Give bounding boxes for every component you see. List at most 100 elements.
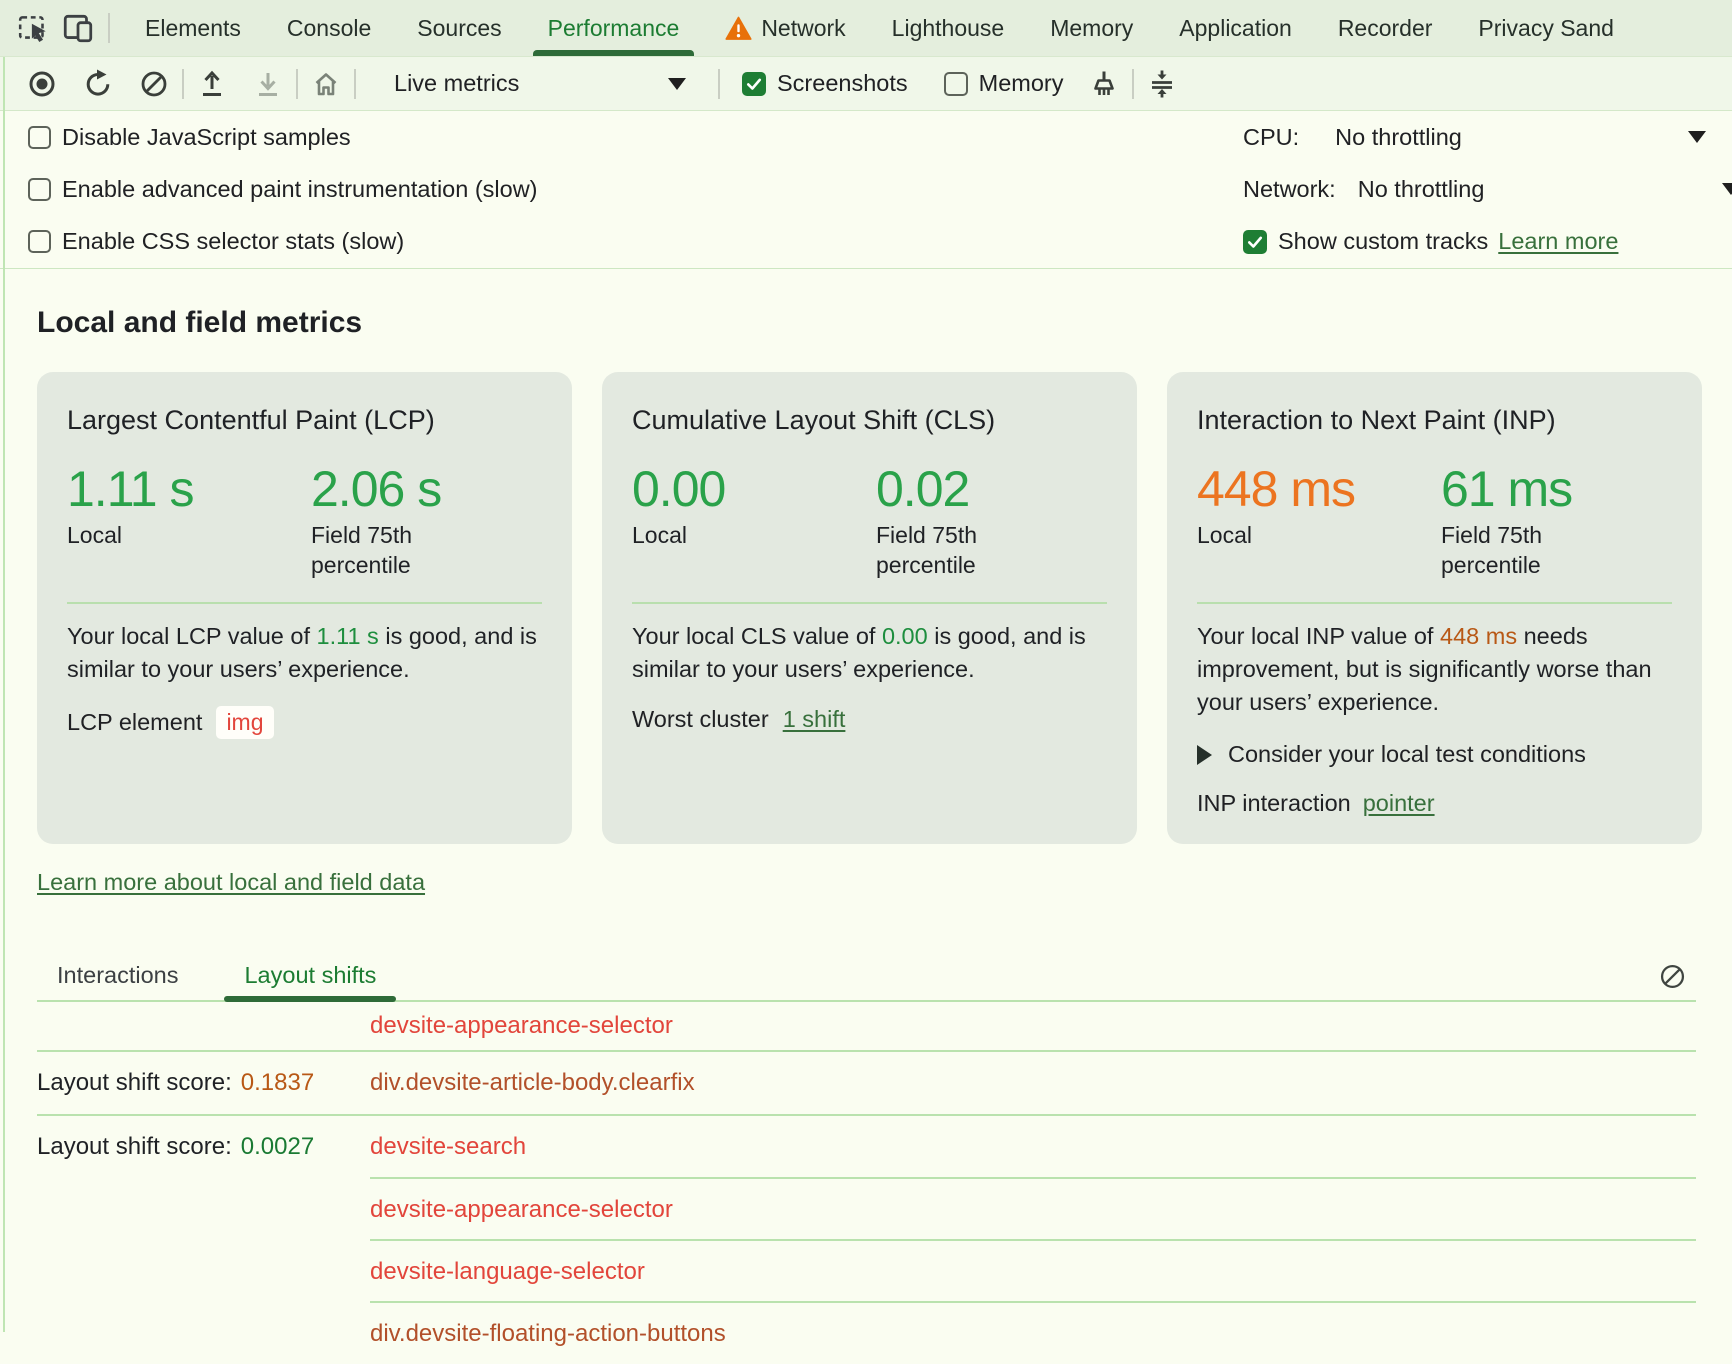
custom-tracks-row[interactable]: Show custom tracks Learn more (1243, 216, 1732, 268)
capture-settings-panel: Disable JavaScript samples Enable advanc… (0, 111, 1732, 269)
cpu-throttling-value[interactable]: No throttling (1335, 124, 1462, 151)
clear-recordings-button[interactable] (138, 68, 170, 100)
tab-label: Application (1179, 15, 1292, 42)
disable-js-samples-label: Disable JavaScript samples (62, 124, 351, 151)
tab-sources[interactable]: Sources (394, 0, 524, 56)
memory-checkbox[interactable] (944, 72, 968, 96)
layout-shift-row: div.devsite-floating-action-buttons (37, 1302, 1696, 1364)
screenshots-toggle[interactable]: Screenshots (742, 70, 908, 97)
shifted-node-cell: devsite-search (370, 1116, 1696, 1178)
tab-label: Console (287, 15, 371, 42)
shifted-node-link[interactable]: devsite-language-selector (370, 1258, 645, 1286)
custom-tracks-checkbox[interactable] (1243, 230, 1267, 254)
layout-shift-score-label: Layout shift score: (37, 1069, 232, 1097)
advanced-paint-row[interactable]: Enable advanced paint instrumentation (s… (28, 163, 538, 215)
inp-card: Interaction to Next Paint (INP) 448 ms L… (1167, 372, 1702, 844)
panel-left-border (3, 57, 5, 1332)
device-toolbar-button[interactable] (60, 10, 96, 46)
cpu-throttling-row[interactable]: CPU: No throttling (1243, 111, 1732, 163)
layout-shift-row: Layout shift score: 0.0027 devsite-search (37, 1114, 1696, 1178)
download-icon (252, 68, 284, 100)
tab-network[interactable]: Network (702, 0, 868, 56)
network-throttling-value[interactable]: No throttling (1358, 176, 1485, 203)
collect-garbage-button[interactable] (1088, 68, 1120, 100)
custom-tracks-learn-more-link[interactable]: Learn more (1498, 228, 1618, 255)
toolbar-separator (718, 69, 720, 99)
inp-field-label: Field 75th percentile (1441, 520, 1621, 580)
layout-shift-row: Layout shift score:0.1837div.devsite-art… (37, 1050, 1696, 1114)
disable-js-samples-checkbox[interactable] (28, 126, 51, 149)
lcp-description: Your local LCP value of 1.11 s is good, … (67, 620, 542, 686)
inp-field-value: 61 ms (1441, 462, 1672, 516)
layout-shift-row: devsite-appearance-selector (37, 1002, 1696, 1050)
cls-local-label: Local (632, 520, 812, 550)
shifted-node-cell: devsite-appearance-selector (370, 1002, 1696, 1050)
disable-js-samples-row[interactable]: Disable JavaScript samples (28, 111, 538, 163)
consider-label: Consider your local test conditions (1228, 741, 1586, 768)
inspect-cursor-icon (17, 11, 51, 45)
inspect-element-button[interactable] (16, 10, 52, 46)
tab-application[interactable]: Application (1156, 0, 1315, 56)
upload-icon (196, 68, 228, 100)
devtools-tabbar: Elements Console Sources Performance Network… (0, 0, 1732, 57)
shifted-node-link[interactable]: devsite-appearance-selector (370, 1012, 673, 1040)
css-selector-stats-label: Enable CSS selector stats (slow) (62, 228, 404, 255)
worst-cluster-link[interactable]: 1 shift (783, 706, 846, 733)
card-divider (67, 602, 542, 604)
chevron-down-icon (1688, 131, 1706, 143)
screenshots-checkbox[interactable] (742, 72, 766, 96)
card-divider (1197, 602, 1672, 604)
learn-more-local-field-link[interactable]: Learn more about local and field data (37, 869, 425, 896)
inp-interaction-label: INP interaction (1197, 790, 1351, 817)
device-toolbar-icon (61, 11, 95, 45)
tab-recorder[interactable]: Recorder (1315, 0, 1456, 56)
css-selector-stats-checkbox[interactable] (28, 230, 51, 253)
local-field-metrics-heading: Local and field metrics (37, 306, 362, 340)
layout-shift-score-label: Layout shift score: (37, 1133, 232, 1161)
tab-console[interactable]: Console (264, 0, 394, 56)
lcp-element-node-chip[interactable]: img (216, 706, 273, 739)
logs-tab-interactions[interactable]: Interactions (37, 950, 198, 1000)
shifted-node-link[interactable]: div.devsite-article-body.clearfix (370, 1069, 695, 1097)
layout-shift-score-value: 0.0027 (241, 1133, 314, 1161)
network-throttling-row[interactable]: Network: No throttling (1243, 163, 1732, 215)
toolbar-separator (296, 69, 298, 99)
check-icon (745, 75, 763, 93)
tab-privacy-sand[interactable]: Privacy Sand (1455, 0, 1637, 56)
tab-elements[interactable]: Elements (122, 0, 264, 56)
logs-tab-layout-shifts[interactable]: Layout shifts (224, 950, 396, 1000)
home-icon (310, 67, 342, 101)
back-to-live-metrics-button[interactable] (310, 68, 342, 100)
tab-label: Performance (548, 15, 680, 42)
inp-card-title: Interaction to Next Paint (INP) (1197, 402, 1672, 438)
inp-local-label: Local (1197, 520, 1377, 550)
shifted-node-link[interactable]: devsite-search (370, 1133, 526, 1161)
shifted-node-link[interactable]: devsite-appearance-selector (370, 1196, 673, 1224)
advanced-paint-checkbox[interactable] (28, 178, 51, 201)
load-profile-button[interactable] (196, 68, 228, 100)
layout-shift-score-cell: Layout shift score:0.1837 (37, 1052, 370, 1114)
memory-toggle[interactable]: Memory (944, 70, 1064, 97)
lcp-field-label: Field 75th percentile (311, 520, 491, 580)
toolbar-separator (182, 69, 184, 99)
tab-lighthouse[interactable]: Lighthouse (869, 0, 1028, 56)
save-profile-button[interactable] (252, 68, 284, 100)
consider-local-test-conditions-expander[interactable]: Consider your local test conditions (1197, 741, 1672, 768)
cpu-throttling-label: CPU: (1243, 124, 1299, 151)
cls-description: Your local CLS value of 0.00 is good, an… (632, 620, 1107, 686)
css-selector-stats-row[interactable]: Enable CSS selector stats (slow) (28, 216, 538, 268)
clear-log-icon (1658, 962, 1687, 991)
tab-label: Sources (417, 15, 501, 42)
screenshots-label: Screenshots (777, 70, 908, 97)
tab-performance[interactable]: Performance (525, 0, 703, 56)
inp-interaction-link[interactable]: pointer (1363, 790, 1435, 817)
custom-tracks-label: Show custom tracks (1278, 228, 1488, 255)
inp-local-value: 448 ms (1197, 462, 1441, 516)
clear-log-button[interactable] (1656, 960, 1688, 992)
record-button[interactable] (26, 68, 58, 100)
reload-and-record-button[interactable] (82, 68, 114, 100)
shortcuts-dialog-button[interactable] (1146, 68, 1178, 100)
tab-memory[interactable]: Memory (1027, 0, 1156, 56)
history-dropdown[interactable]: Live metrics (380, 70, 706, 97)
shifted-node-link[interactable]: div.devsite-floating-action-buttons (370, 1320, 726, 1348)
